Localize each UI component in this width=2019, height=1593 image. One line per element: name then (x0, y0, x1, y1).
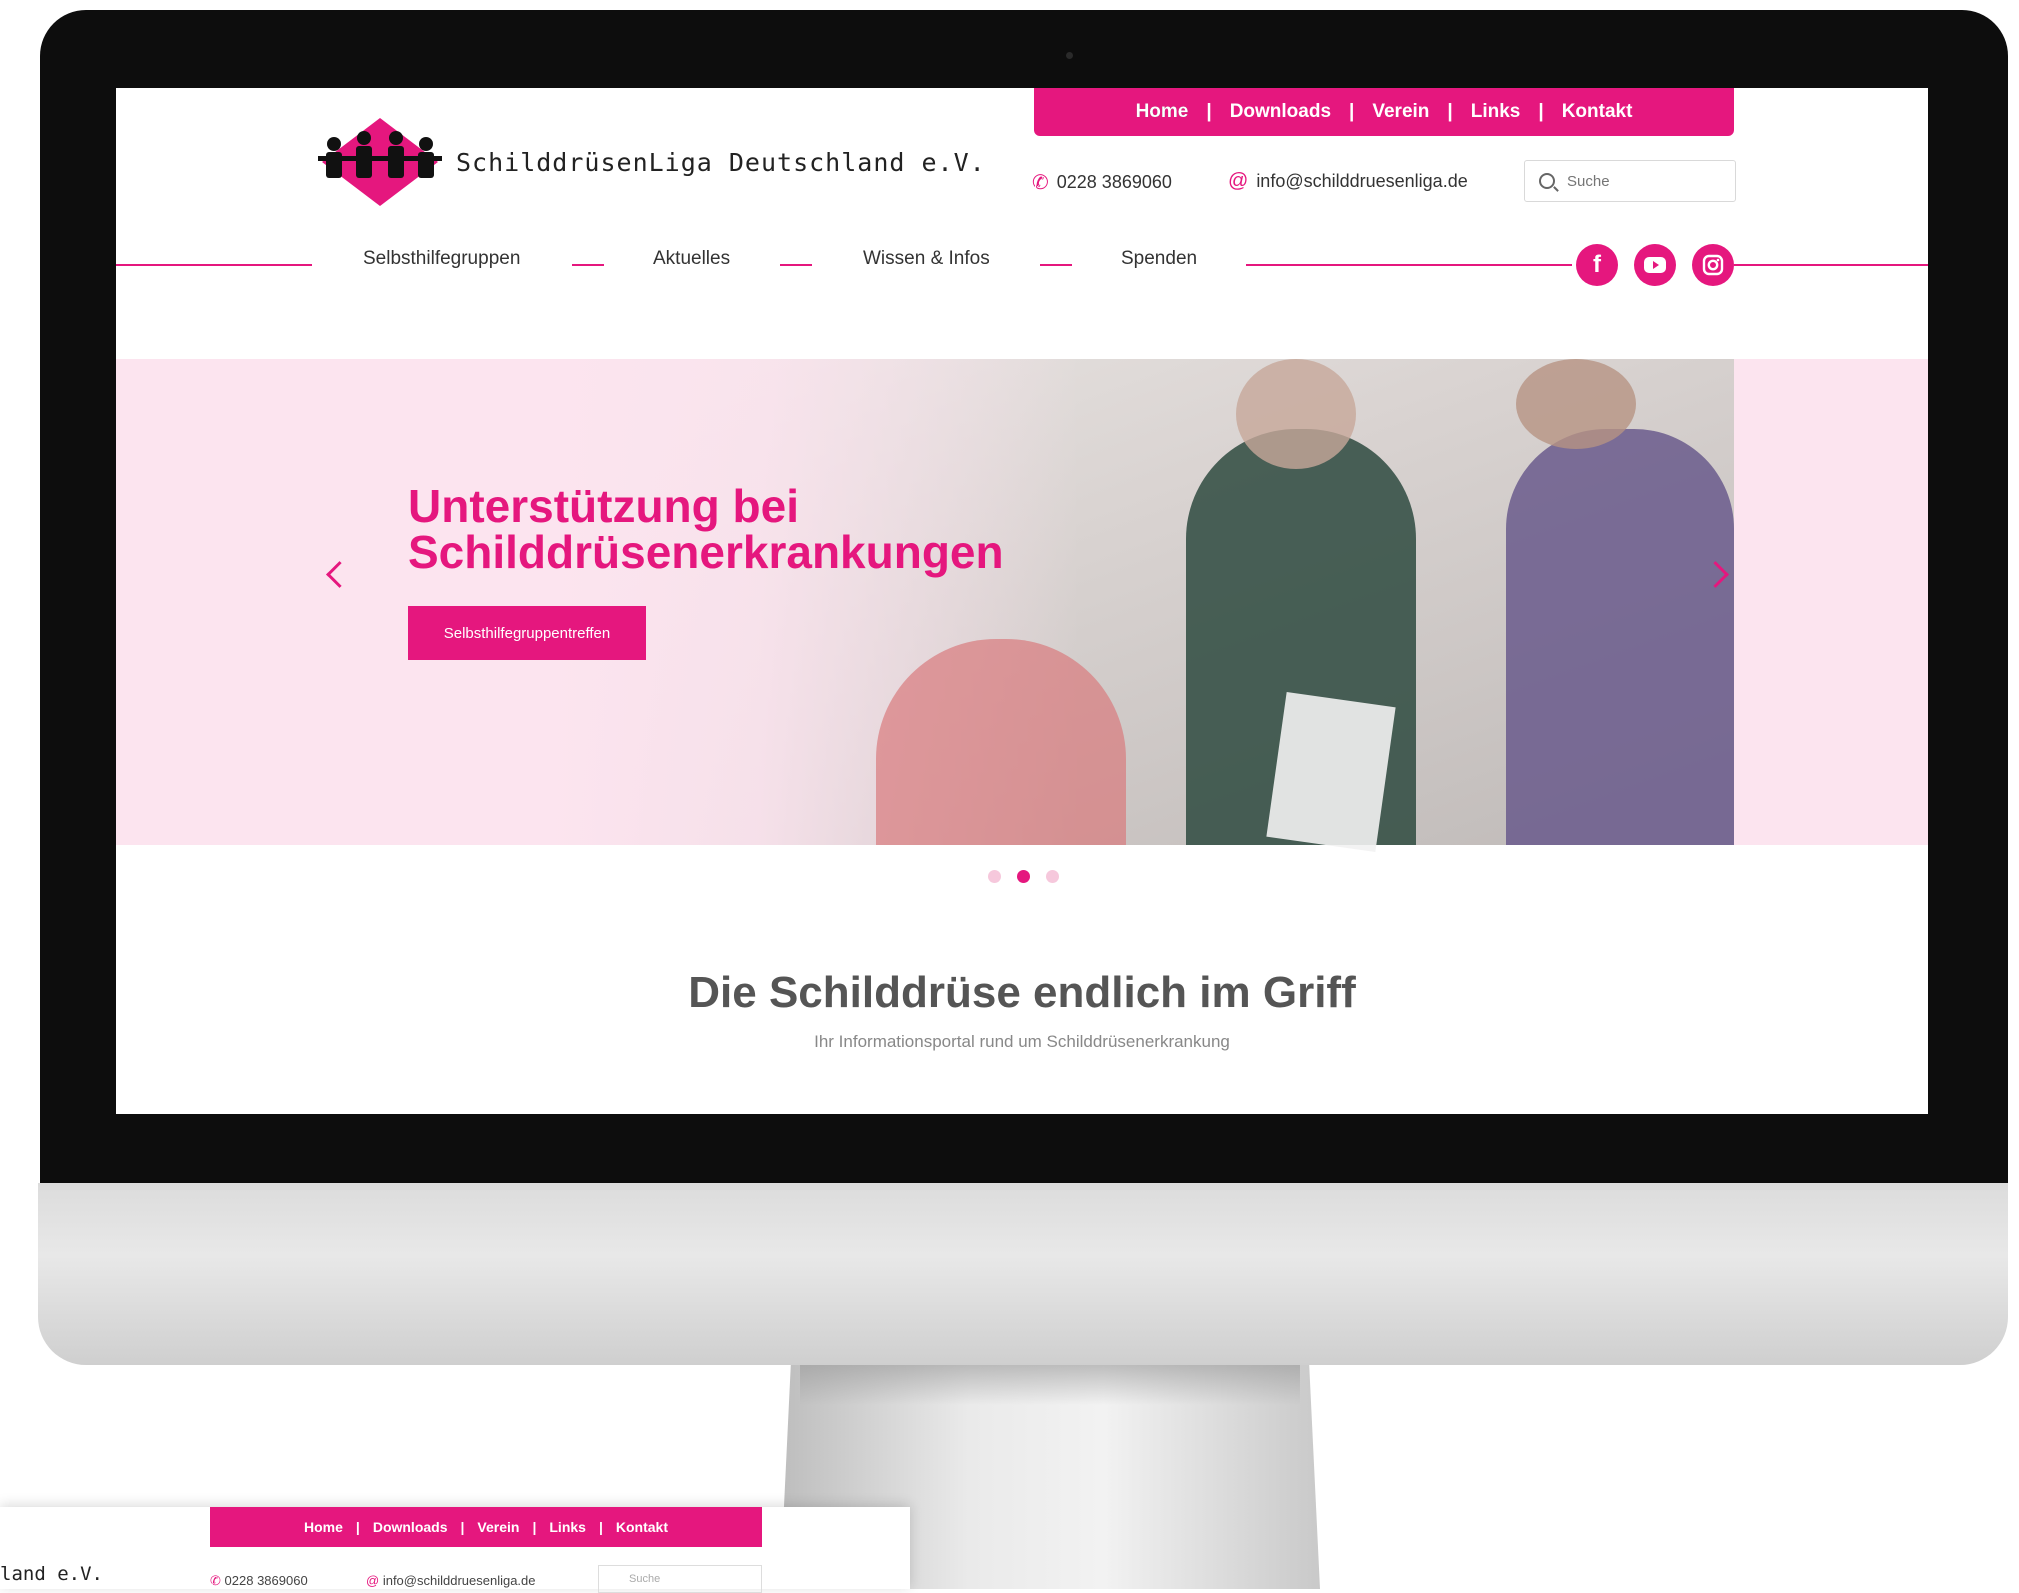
topnav-verein[interactable]: Verein (1372, 101, 1429, 123)
search-icon (1539, 173, 1555, 189)
mini-nav-downloads[interactable]: Downloads (373, 1519, 448, 1535)
site-logo[interactable]: SchilddrüsenLiga Deutschland e.V. (314, 116, 986, 208)
nav-divider (780, 264, 812, 266)
hero-slider: Unterstützung bei Schilddrüsenerkrankung… (116, 359, 1928, 852)
intro-subline: Ihr Informationsportal rund um Schilddrü… (814, 1032, 1230, 1051)
mini-nav-links[interactable]: Links (549, 1519, 586, 1535)
website-screen: Home | Downloads | Verein | Links | Kont… (116, 88, 1928, 1114)
nav-spenden[interactable]: Spenden (1121, 248, 1197, 270)
separator: | (1538, 101, 1544, 122)
search-input[interactable] (1565, 171, 1719, 191)
search-box[interactable] (1524, 160, 1736, 202)
nav-line-right (1246, 264, 1572, 266)
nav-aktuelles[interactable]: Aktuelles (653, 248, 730, 270)
nav-divider (1040, 264, 1072, 266)
camera-dot (1066, 52, 1073, 59)
mini-email[interactable]: @ info@schilddruesenliga.de (366, 1573, 536, 1588)
at-icon: @ (1228, 170, 1249, 192)
phone-contact[interactable]: ✆ 0228 3869060 (1032, 170, 1172, 195)
top-navigation: Home | Downloads | Verein | Links | Kont… (1034, 88, 1734, 136)
hero-photo (546, 359, 1734, 852)
slider-dot-2[interactable] (1017, 870, 1030, 883)
email-contact[interactable]: @ info@schilddruesenliga.de (1228, 170, 1468, 193)
topnav-links[interactable]: Links (1471, 101, 1521, 123)
separator: | (1349, 101, 1355, 122)
instagram-icon[interactable] (1692, 244, 1734, 286)
phone-number: 0228 3869060 (1056, 172, 1172, 192)
hero-title: Unterstützung bei Schilddrüsenerkrankung… (408, 480, 1004, 578)
phone-icon: ✆ (210, 1573, 221, 1588)
topnav-downloads[interactable]: Downloads (1230, 101, 1331, 123)
email-address: info@schilddruesenliga.de (1256, 171, 1468, 191)
slider-dot-1[interactable] (988, 870, 1001, 883)
mini-logo-text: land e.V. (0, 1563, 103, 1585)
separator: | (1206, 101, 1212, 122)
slider-dot-3[interactable] (1046, 870, 1059, 883)
mini-phone[interactable]: ✆ 0228 3869060 (210, 1573, 308, 1589)
hero-cta-button[interactable]: Selbsthilfegruppentreffen (408, 606, 646, 660)
topnav-kontakt[interactable]: Kontakt (1562, 101, 1633, 123)
mini-nav-home[interactable]: Home (304, 1519, 343, 1535)
logo-emblem-icon (318, 118, 442, 206)
mini-top-navigation: Home | Downloads | Verein | Links | Kont… (210, 1507, 762, 1547)
logo-text: SchilddrüsenLiga Deutschland e.V. (456, 147, 986, 177)
mini-nav-verein[interactable]: Verein (477, 1519, 519, 1535)
separator: | (1447, 101, 1453, 122)
facebook-icon[interactable]: f (1576, 244, 1618, 286)
nav-line-far-right (1734, 264, 1928, 266)
stand-shadow (800, 1365, 1300, 1405)
slider-prev-arrow-icon[interactable] (326, 561, 353, 588)
secondary-screenshot: Home | Downloads | Verein | Links | Kont… (0, 1507, 910, 1593)
nav-line-left (116, 264, 312, 266)
slider-pagination (988, 870, 1059, 883)
nav-wissen-infos[interactable]: Wissen & Infos (863, 248, 990, 270)
nav-selbsthilfegruppen[interactable]: Selbsthilfegruppen (363, 248, 520, 270)
nav-divider (572, 264, 604, 266)
monitor-chin (38, 1183, 2008, 1365)
intro-headline: Die Schilddrüse endlich im Griff (688, 968, 1356, 1017)
youtube-icon[interactable] (1634, 244, 1676, 286)
mini-nav-kontakt[interactable]: Kontakt (616, 1519, 668, 1535)
at-icon: @ (366, 1573, 380, 1588)
phone-icon: ✆ (1032, 172, 1049, 194)
topnav-home[interactable]: Home (1136, 101, 1189, 123)
